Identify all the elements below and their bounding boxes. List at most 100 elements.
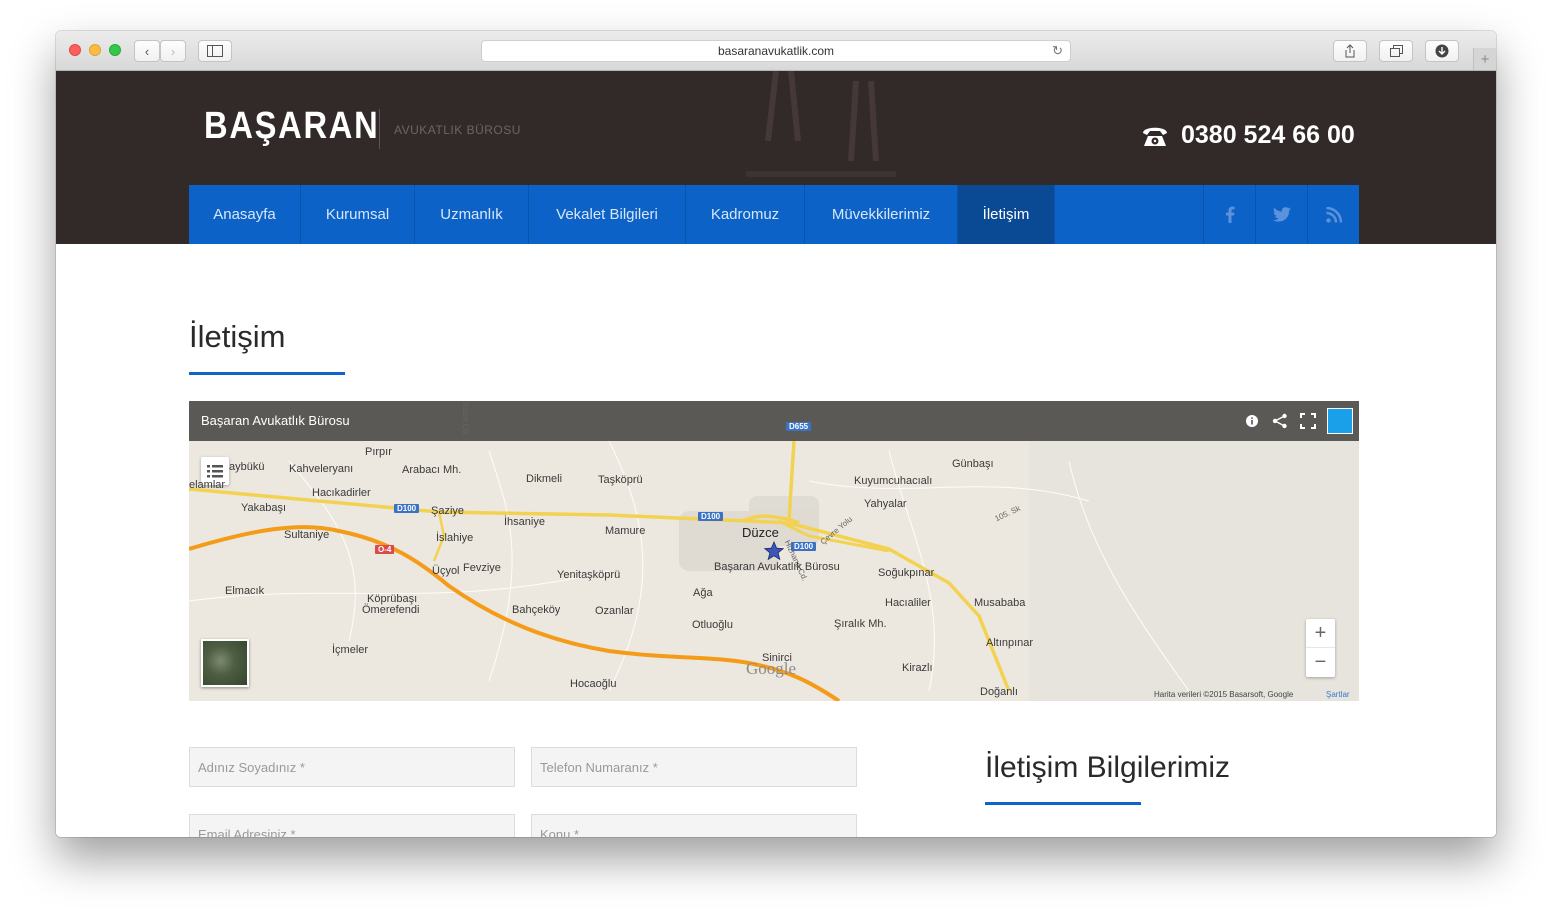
browser-titlebar: ‹ › basaranavukatlik.com ↻ +	[56, 31, 1496, 71]
map-place-label: Sultaniye	[284, 529, 330, 541]
zoom-out-button[interactable]: −	[1306, 648, 1335, 677]
map-title: Başaran Avukatlık Bürosu	[201, 413, 350, 428]
site-tagline: AVUKATLIK BÜROSU	[394, 123, 521, 137]
plus-icon: +	[1314, 621, 1327, 644]
marker-label: Başaran Avukatlık Bürosu	[714, 561, 840, 573]
phone-number[interactable]: 0380 524 66 00	[1181, 121, 1355, 150]
header-phone: 0380 524 66 00	[1141, 121, 1355, 150]
name-input[interactable]: Adınız Soyadınız *	[189, 747, 515, 787]
nav-item-5[interactable]: Müvekkilerimiz	[805, 185, 958, 244]
nav-item-3[interactable]: Vekalet Bilgileri	[529, 185, 686, 244]
address-bar[interactable]: basaranavukatlik.com ↻	[481, 40, 1071, 62]
map-place-label: Kirazlı	[902, 662, 933, 674]
site-header: BAŞARAN AVUKATLIK BÜROSU 0380 524 66 00 …	[56, 71, 1496, 244]
map-place-label: Kuyumcuhacıalı	[854, 475, 933, 487]
map-place-label: Hacıkadirler	[312, 487, 371, 499]
social-links	[1203, 185, 1359, 244]
browser-window: ‹ › basaranavukatlik.com ↻ + BAŞARAN AVU…	[56, 31, 1496, 837]
forward-button[interactable]: ›	[160, 40, 186, 62]
share-nodes-icon	[1272, 413, 1287, 429]
new-tab-button[interactable]: +	[1473, 48, 1496, 70]
plus-icon: +	[1480, 50, 1490, 68]
map-title-bar: Başaran Avukatlık Bürosu	[189, 401, 1359, 441]
map-place-label: Ağa	[693, 587, 713, 599]
road-shield: D655	[786, 422, 812, 431]
map-place-label: Doğanlı	[980, 686, 1018, 698]
map-place-label: Hocaoğlu	[570, 678, 617, 690]
map-place-label: Mamure	[605, 525, 646, 537]
subject-input[interactable]: Konu *	[531, 814, 857, 837]
telephone-icon	[1143, 127, 1167, 146]
map-place-label: Pırpır	[365, 446, 392, 458]
list-icon	[207, 464, 223, 477]
map-place-label: Bahçeköy	[512, 604, 561, 616]
satellite-view-toggle[interactable]	[201, 639, 249, 687]
map-place-label: Otluoğlu	[692, 619, 733, 631]
map-place-label: elamlar	[189, 479, 226, 491]
twitter-icon	[1272, 207, 1291, 222]
nav-item-4[interactable]: Kadromuz	[686, 185, 805, 244]
phone-input[interactable]: Telefon Numaranız *	[531, 747, 857, 787]
map-place-label: Musababa	[974, 597, 1026, 609]
map-place-label: Yakabaşı	[241, 502, 287, 514]
info-icon	[1246, 415, 1258, 427]
rss-icon	[1325, 206, 1342, 223]
google-map[interactable]: Başaran Avukatlık Bürosu Pırpır aybükü K…	[189, 401, 1359, 701]
map-place-label: İçmeler	[332, 644, 369, 656]
road-shield: O-4	[375, 545, 395, 554]
map-place-label: Düzce	[742, 525, 779, 540]
map-place-label: Soğukpınar	[878, 567, 935, 579]
sidebar-toggle-button[interactable]	[198, 40, 232, 62]
web-page: BAŞARAN AVUKATLIK BÜROSU 0380 524 66 00 …	[56, 71, 1496, 837]
reload-icon[interactable]: ↻	[1052, 43, 1063, 59]
facebook-link[interactable]	[1203, 185, 1255, 244]
fullscreen-icon	[1300, 413, 1316, 429]
minimize-window-button[interactable]	[89, 44, 101, 56]
nav-item-0[interactable]: Anasayfa	[189, 185, 301, 244]
map-place-label: Taşköprü	[598, 474, 643, 486]
tabs-icon	[1389, 45, 1403, 57]
nav-item-1[interactable]: Kurumsal	[301, 185, 415, 244]
url-text: basaranavukatlik.com	[717, 44, 835, 58]
downloads-button[interactable]	[1425, 40, 1459, 62]
google-watermark: Google	[746, 659, 797, 678]
map-fullscreen-button[interactable]	[1299, 412, 1317, 430]
nav-items: Anasayfa Kurumsal Uzmanlık Vekalet Bilgiler…	[189, 185, 1055, 244]
map-terms-link[interactable]: Şartlar	[1326, 690, 1350, 699]
rss-link[interactable]	[1307, 185, 1359, 244]
nav-item-6[interactable]: İletişim	[958, 185, 1055, 244]
map-place-label: Ozanlar	[595, 605, 634, 617]
map-attribution: Harita verileri ©2015 Basarsoft, Google	[1154, 690, 1294, 699]
map-place-label: Elmacık	[225, 585, 265, 597]
minus-icon: −	[1314, 651, 1327, 673]
map-info-button[interactable]	[1243, 412, 1261, 430]
map-place-label: Fevziye	[463, 562, 501, 574]
map-place-label: Kahveleryanı	[289, 463, 354, 475]
map-share-button[interactable]	[1271, 412, 1289, 430]
map-place-label: Ömerefendi	[362, 604, 420, 616]
map-place-label: İslahiye	[436, 532, 474, 544]
map-place-label: Şıralık Mh.	[834, 618, 887, 630]
zoom-window-button[interactable]	[109, 44, 121, 56]
zoom-in-button[interactable]: +	[1306, 619, 1335, 648]
back-button[interactable]: ‹	[134, 40, 160, 62]
map-toolbar	[1243, 408, 1353, 434]
chevron-left-icon: ‹	[144, 43, 150, 59]
share-button[interactable]	[1333, 40, 1367, 62]
logo-divider	[379, 109, 380, 149]
site-logo[interactable]: BAŞARAN	[204, 105, 379, 148]
close-window-button[interactable]	[69, 44, 81, 56]
page-title: İletişim	[189, 319, 286, 354]
email-input[interactable]: Email Adresiniz *	[189, 814, 515, 837]
street-label: Düzce Cd.	[461, 401, 471, 437]
map-place-label: Altınpınar	[986, 637, 1034, 649]
contact-info-title: İletişim Bilgilerimiz	[985, 751, 1231, 784]
map-place-label: Arabacı Mh.	[402, 464, 462, 476]
map-place-label: İhsaniye	[504, 516, 545, 528]
show-tabs-button[interactable]	[1379, 40, 1413, 62]
nav-item-2[interactable]: Uzmanlık	[415, 185, 529, 244]
title-underline	[189, 372, 345, 375]
map-marker-star-icon[interactable]	[764, 541, 784, 561]
mymaps-logo-icon[interactable]	[1327, 408, 1353, 434]
twitter-link[interactable]	[1255, 185, 1307, 244]
